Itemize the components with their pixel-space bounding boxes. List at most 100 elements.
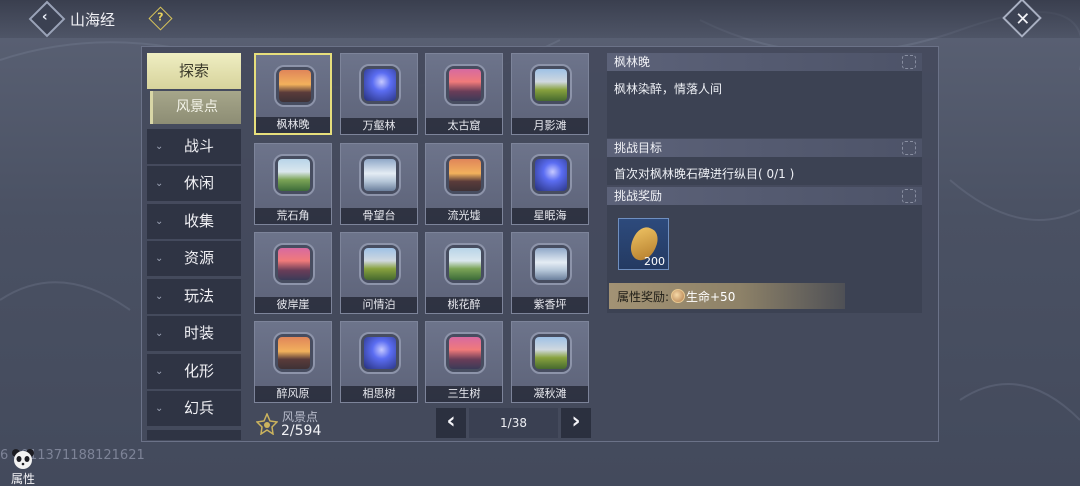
scenic-spot-name: 万壑林	[341, 118, 417, 134]
tab-leisure[interactable]: ⌄ 休闲	[147, 166, 241, 201]
attribute-button-label[interactable]: 属性	[11, 470, 35, 486]
scenic-spot-name: 彼岸崖	[255, 297, 331, 313]
chevron-down-icon: ⌄	[155, 141, 164, 152]
scenic-spot-card[interactable]: 骨望台	[340, 143, 418, 225]
scenic-thumbnail	[449, 248, 481, 280]
chevron-down-icon: ⌄	[155, 328, 164, 339]
detail-description: 枫林染醉，情落人间	[614, 82, 723, 96]
panda-icon[interactable]	[10, 447, 36, 471]
scenic-spot-card[interactable]: 枫林晚	[254, 53, 332, 135]
scenic-thumbnail	[278, 337, 310, 369]
tab-label: 化形	[184, 362, 215, 380]
page-indicator: 1/38	[469, 408, 558, 438]
scenic-spot-name: 枫林晚	[256, 117, 330, 133]
scenic-spot-card[interactable]: 荒石角	[254, 143, 332, 225]
scenic-spot-name: 问情泊	[341, 297, 417, 313]
attribute-reward-value: 生命+50	[686, 290, 736, 304]
scenic-thumbnail	[535, 337, 567, 369]
ornament-icon	[902, 55, 916, 69]
scenic-thumbnail	[535, 159, 567, 191]
tab-fashion[interactable]: ⌄ 时装	[147, 316, 241, 351]
scenic-spot-name: 桃花醉	[426, 297, 502, 313]
scenic-thumbnail	[535, 69, 567, 101]
scenic-thumbnail	[278, 248, 310, 280]
scenic-spot-name: 太古窟	[426, 118, 502, 134]
scenic-thumbnail	[278, 159, 310, 191]
chevron-down-icon: ⌄	[155, 178, 164, 189]
goal-header-label: 挑战目标	[614, 141, 663, 155]
scenic-spot-card[interactable]: 彼岸崖	[254, 232, 332, 314]
scenic-spot-name: 相思树	[341, 386, 417, 402]
scenic-spot-card[interactable]: 紫香坪	[511, 232, 589, 314]
scenic-thumbnail	[449, 159, 481, 191]
chevron-down-icon: ⌄	[155, 403, 164, 414]
scenic-spot-name: 紫香坪	[512, 297, 588, 313]
tab-explore[interactable]: 探索	[147, 53, 241, 89]
scenic-spot-card[interactable]: 月影滩	[511, 53, 589, 135]
tab-transform[interactable]: ⌄ 化形	[147, 354, 241, 389]
scenic-spot-name: 凝秋滩	[512, 386, 588, 402]
page-title: 山海经	[70, 11, 116, 29]
tab-phantom-weapon[interactable]: ⌄ 幻兵	[147, 391, 241, 426]
tab-label: 资源	[184, 249, 215, 267]
scenic-thumbnail	[364, 248, 396, 280]
scenic-spot-card[interactable]: 流光墟	[425, 143, 503, 225]
scenic-spot-card[interactable]: 问情泊	[340, 232, 418, 314]
scenic-thumbnail	[364, 159, 396, 191]
ornament-icon	[902, 141, 916, 155]
life-coin-icon	[671, 289, 685, 303]
scenic-spot-card[interactable]: 醉风原	[254, 321, 332, 403]
scenic-thumbnail	[364, 69, 396, 101]
tab-collect[interactable]: ⌄ 收集	[147, 204, 241, 239]
scenic-thumbnail	[449, 337, 481, 369]
chevron-down-icon: ⌄	[155, 366, 164, 377]
reward-header: 挑战奖励	[607, 187, 922, 205]
goal-text: 首次对枫林晚石碑进行纵目( 0/1 )	[614, 167, 795, 181]
scenic-spot-card[interactable]: 万壑林	[340, 53, 418, 135]
scenic-spot-card[interactable]: 太古窟	[425, 53, 503, 135]
chevron-down-icon: ⌄	[155, 291, 164, 302]
tab-label: 战斗	[184, 137, 215, 155]
chevron-left-icon: ‹	[41, 8, 48, 25]
detail-name: 枫林晚	[614, 55, 651, 69]
tab-resources[interactable]: ⌄ 资源	[147, 241, 241, 276]
tab-label: 时装	[184, 324, 215, 342]
detail-name-header: 枫林晚	[607, 53, 922, 71]
scenic-spot-name: 星眠海	[512, 208, 588, 224]
prev-page-button[interactable]: ‹	[436, 408, 466, 438]
scenic-counter-value: 2/594	[281, 423, 322, 439]
next-page-button[interactable]: ›	[561, 408, 591, 438]
reward-item[interactable]: 200	[618, 218, 669, 270]
subtab-scenic-spots[interactable]: 风景点	[150, 91, 241, 124]
scenic-star-icon	[256, 413, 278, 435]
scenic-spot-name: 荒石角	[255, 208, 331, 224]
attribute-reward-bar: 属性奖励: 生命+50	[609, 283, 845, 309]
attribute-reward-label: 属性奖励:	[617, 290, 670, 304]
tab-label: 休闲	[184, 174, 215, 192]
scenic-thumbnail	[279, 70, 311, 102]
scenic-spot-card[interactable]: 三生树	[425, 321, 503, 403]
scenic-spot-card[interactable]: 相思树	[340, 321, 418, 403]
tab-label: 玩法	[184, 287, 215, 305]
reward-quantity: 200	[644, 255, 665, 268]
scenic-spot-name: 醉风原	[255, 386, 331, 402]
tab-combat[interactable]: ⌄ 战斗	[147, 129, 241, 164]
scenic-spot-card[interactable]: 凝秋滩	[511, 321, 589, 403]
tab-list-end	[147, 430, 241, 440]
scenic-spot-name: 月影滩	[512, 118, 588, 134]
tab-gameplay[interactable]: ⌄ 玩法	[147, 279, 241, 314]
scenic-spot-card[interactable]: 星眠海	[511, 143, 589, 225]
scenic-spot-name: 骨望台	[341, 208, 417, 224]
scenic-spot-name: 流光墟	[426, 208, 502, 224]
scenic-spot-name: 三生树	[426, 386, 502, 402]
question-mark-icon: ?	[157, 10, 164, 24]
chevron-down-icon: ⌄	[155, 253, 164, 264]
chevron-down-icon: ⌄	[155, 216, 164, 227]
scenic-thumbnail	[364, 337, 396, 369]
scenic-thumbnail	[535, 248, 567, 280]
scenic-spot-card[interactable]: 桃花醉	[425, 232, 503, 314]
tab-label: 幻兵	[184, 399, 215, 417]
ornament-icon	[902, 189, 916, 203]
reward-header-label: 挑战奖励	[614, 189, 663, 203]
tab-label: 收集	[184, 212, 215, 230]
